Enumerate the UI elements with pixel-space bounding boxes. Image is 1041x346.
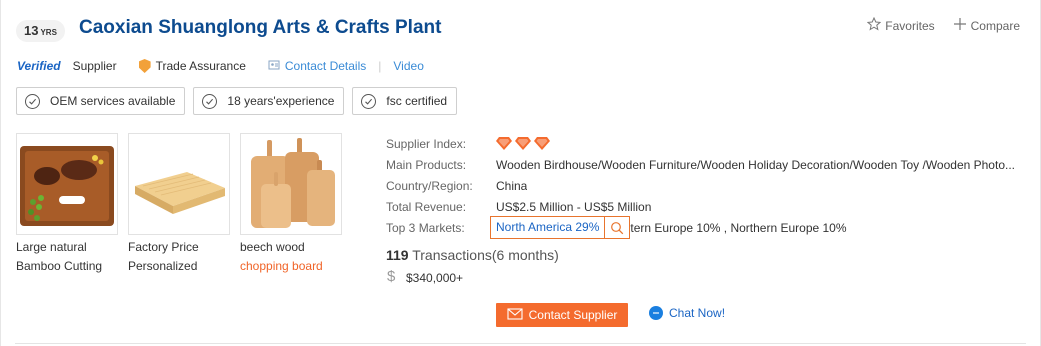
product-card[interactable]: beech wood chopping board bbox=[240, 133, 342, 273]
plus-icon bbox=[953, 17, 967, 34]
chat-now-button[interactable]: Chat Now! bbox=[649, 306, 725, 320]
product-gallery: Large natural Bamboo Cutting Factory Pri… bbox=[16, 133, 342, 273]
dollar-icon: $ bbox=[386, 268, 398, 287]
product-name-line2[interactable]: chopping board bbox=[240, 259, 342, 273]
check-circle-icon bbox=[25, 93, 40, 109]
market-highlight[interactable]: North America 29% bbox=[490, 216, 631, 239]
top-markets-label: Top 3 Markets: bbox=[386, 220, 465, 235]
verified-badge: Verified bbox=[17, 59, 61, 73]
star-icon bbox=[867, 16, 882, 34]
revenue-row: Total Revenue: US$2.5 Million - US$5 Mil… bbox=[386, 196, 1026, 217]
contact-supplier-label: Contact Supplier bbox=[528, 308, 618, 322]
top-actions: Favorites Compare bbox=[867, 16, 1020, 34]
compare-label: Compare bbox=[970, 18, 1020, 33]
favorites-label: Favorites bbox=[885, 18, 935, 33]
card-divider bbox=[15, 343, 1026, 344]
product-name-line1[interactable]: beech wood bbox=[240, 240, 342, 254]
contact-details-label: Contact Details bbox=[284, 59, 367, 73]
envelope-icon bbox=[507, 307, 523, 323]
chat-now-label: Chat Now! bbox=[669, 306, 726, 320]
check-circle-icon bbox=[202, 93, 218, 109]
tag-fsc-certified: fsc certified bbox=[352, 87, 458, 115]
transactions-amount: $340,000+ bbox=[406, 270, 464, 285]
chat-bubble-icon bbox=[649, 306, 663, 320]
trade-assurance-label: Trade Assurance bbox=[155, 59, 246, 73]
transactions-count: 119 bbox=[386, 247, 409, 263]
trade-assurance[interactable]: Trade Assurance bbox=[138, 59, 246, 73]
revenue-value: US$2.5 Million - US$5 Million bbox=[496, 199, 652, 214]
product-card[interactable]: Factory Price Personalized bbox=[128, 133, 230, 273]
supplier-index-label: Supplier Index: bbox=[386, 136, 467, 151]
transactions-amount-row: $ $340,000+ bbox=[386, 268, 463, 287]
product-name-line1[interactable]: Large natural bbox=[16, 240, 118, 254]
diamond-icon bbox=[496, 137, 512, 150]
country-row: Country/Region: China bbox=[386, 175, 1026, 196]
main-products-label: Main Products: bbox=[386, 157, 467, 172]
revenue-label: Total Revenue: bbox=[386, 199, 467, 214]
product-image-beech-boards[interactable] bbox=[240, 133, 342, 235]
supplier-card: 13 YRS Caoxian Shuanglong Arts & Crafts … bbox=[0, 0, 1041, 346]
main-products-value: Wooden Birdhouse/Wooden Furniture/Wooden… bbox=[496, 157, 1015, 172]
product-name-line1[interactable]: Factory Price bbox=[128, 240, 230, 254]
search-icon[interactable] bbox=[605, 217, 629, 238]
years-unit: YRS bbox=[40, 28, 57, 37]
top-markets-row: Top 3 Markets: North America 29% tern Eu… bbox=[386, 216, 1026, 239]
tag-oem-services: OEM services available bbox=[16, 87, 186, 115]
years-badge: 13 YRS bbox=[16, 20, 65, 42]
tag-label: fsc certified bbox=[386, 94, 448, 108]
company-name-link[interactable]: Caoxian Shuanglong Arts & Crafts Plant bbox=[79, 17, 441, 39]
contact-details-link[interactable]: Contact Details bbox=[268, 59, 366, 74]
video-link[interactable]: Video bbox=[393, 59, 423, 73]
supplier-label: Supplier bbox=[72, 59, 117, 73]
supplier-info: Supplier Index: Main Products: Wooden Bi… bbox=[386, 133, 1026, 239]
contact-card-icon bbox=[268, 59, 280, 74]
trade-assurance-shield-icon bbox=[138, 59, 151, 73]
transactions-label: Transactions(6 months) bbox=[408, 247, 559, 263]
favorites-button[interactable]: Favorites bbox=[867, 16, 935, 34]
country-label: Country/Region: bbox=[386, 178, 473, 193]
svg-text:$: $ bbox=[387, 268, 396, 284]
country-value: China bbox=[496, 178, 528, 193]
product-image-bamboo-board[interactable] bbox=[16, 133, 118, 235]
transactions-summary: 119 Transactions(6 months) bbox=[386, 247, 559, 263]
tag-label: OEM services available bbox=[50, 94, 176, 108]
supplier-index-diamonds bbox=[496, 137, 550, 150]
product-name-line2[interactable]: Personalized bbox=[128, 259, 230, 273]
supplier-meta-row: Verified Supplier Trade Assurance Contac… bbox=[17, 58, 424, 74]
divider: | bbox=[378, 59, 382, 73]
product-image-butcher-block[interactable] bbox=[128, 133, 230, 235]
market-rest-value: tern Europe 10% , Northern Europe 10% bbox=[630, 220, 847, 235]
diamond-icon bbox=[534, 137, 550, 150]
product-card[interactable]: Large natural Bamboo Cutting bbox=[16, 133, 118, 273]
product-name-line2[interactable]: Bamboo Cutting bbox=[16, 259, 118, 273]
years-number: 13 bbox=[24, 23, 39, 38]
compare-button[interactable]: Compare bbox=[953, 17, 1020, 34]
diamond-icon bbox=[515, 137, 531, 150]
check-circle-icon bbox=[361, 93, 377, 109]
capability-tags: OEM services available 18 years'experien… bbox=[16, 87, 458, 115]
tag-label: 18 years'experience bbox=[227, 94, 335, 108]
contact-supplier-button[interactable]: Contact Supplier bbox=[496, 303, 628, 327]
main-products-row: Main Products: Wooden Birdhouse/Wooden F… bbox=[386, 154, 1026, 175]
supplier-index-row: Supplier Index: bbox=[386, 133, 1026, 154]
market-first-value[interactable]: North America 29% bbox=[491, 217, 606, 238]
tag-years-experience: 18 years'experience bbox=[193, 87, 345, 115]
